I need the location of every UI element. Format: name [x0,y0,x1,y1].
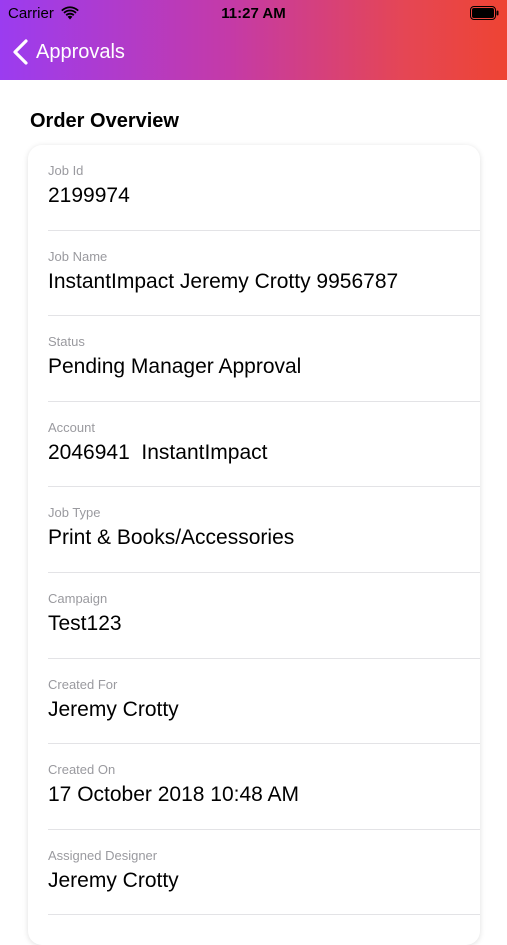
field-label: Assigned Designer [48,847,158,863]
field-job-name: Job Name InstantImpact Jeremy Crotty 995… [28,231,480,317]
field-value: Test123 [48,611,122,635]
field-label: Status [48,334,85,350]
section-title: Order Overview [30,110,179,132]
field-account: Account 2046941 InstantImpact [28,402,480,488]
field-label: Job Id [48,163,84,178]
field-value: Jeremy Crotty [48,697,179,721]
app-header: Carrier 11:27 AM Approvals [0,0,507,80]
back-button-label: Approvals [36,40,125,63]
field-label: Created For [48,676,118,692]
field-value: Jeremy Crotty [48,868,179,892]
status-bar: Carrier 11:27 AM [0,0,507,28]
field-campaign: Campaign Test123 [28,573,480,659]
field-created-for: Created For Jeremy Crotty [28,659,480,745]
field-label: Campaign [48,590,108,606]
field-created-on: Created On 17 October 2018 10:48 AM [28,744,480,830]
field-job-id: Job Id 2199974 [28,145,480,231]
field-label: Job Name [48,248,108,264]
field-value: InstantImpact Jeremy Crotty 9956787 [48,269,399,293]
field-value: 2046941 InstantImpact [48,440,268,464]
chevron-left-icon [13,39,28,65]
order-overview-card: Job Id 2199974 Job Name InstantImpact Je… [28,145,480,945]
battery-icon [470,6,499,20]
status-time: 11:27 AM [221,5,286,22]
navigation-bar: Approvals [0,30,507,76]
field-label: Job Type [48,505,101,521]
field-value: 17 October 2018 10:48 AM [48,783,300,807]
field-job-type: Job Type Print & Books/Accessories [28,487,480,573]
field-value: 2199974 [48,184,130,207]
field-label: Created On [48,762,116,778]
field-value: Pending Manager Approval [48,355,302,379]
back-button[interactable]: Approvals [12,36,125,68]
field-value: Print & Books/Accessories [48,526,295,550]
field-label: Account [48,419,95,435]
field-assigned-designer: Assigned Designer Jeremy Crotty [28,830,480,916]
field-status: Status Pending Manager Approval [28,316,480,402]
